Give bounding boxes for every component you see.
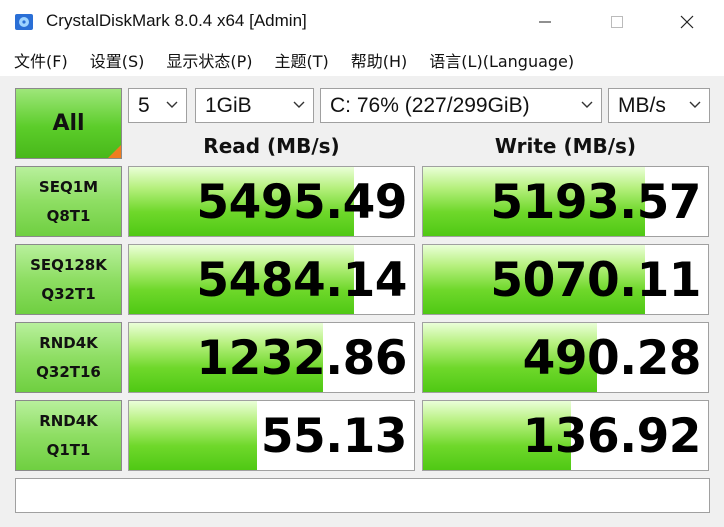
read-result-seq128k: 5484.14	[128, 244, 415, 315]
maximize-icon	[611, 16, 623, 28]
menu-language[interactable]: 语言(L)(Language)	[429, 48, 574, 72]
chevron-down-icon	[689, 101, 701, 108]
test-count-select[interactable]: 5	[128, 88, 187, 123]
write-header: Write (MB/s)	[494, 134, 637, 158]
all-button[interactable]: All	[15, 88, 122, 159]
read-value: 55.13	[260, 409, 408, 464]
test-button-seq1m[interactable]: SEQ1M Q8T1	[15, 166, 122, 237]
drive-select[interactable]: C: 76% (227/299GiB)	[320, 88, 602, 123]
test-button-seq128k[interactable]: SEQ128K Q32T1	[15, 244, 122, 315]
corner-marker-icon	[108, 145, 121, 158]
write-result-rnd4k-q1t1: 136.92	[422, 400, 709, 471]
write-result-seq1m: 5193.57	[422, 166, 709, 237]
menu-settings[interactable]: 设置(S)	[90, 48, 145, 72]
drive-value: C: 76% (227/299GiB)	[330, 93, 530, 117]
comment-input[interactable]	[15, 478, 710, 513]
menu-file[interactable]: 文件(F)	[14, 48, 68, 72]
test-queue: Q32T16	[36, 362, 101, 381]
test-button-rnd4k-q1t1[interactable]: RND4K Q1T1	[15, 400, 122, 471]
minimize-button[interactable]	[522, 0, 568, 44]
menu-bar: 文件(F) 设置(S) 显示状态(P) 主题(T) 帮助(H) 语言(L)(La…	[0, 44, 724, 76]
read-value: 1232.86	[196, 331, 407, 386]
write-value: 5193.57	[490, 175, 701, 230]
unit-select[interactable]: MB/s	[608, 88, 710, 123]
test-count-value: 5	[138, 93, 150, 117]
read-value: 5484.14	[196, 253, 407, 308]
menu-help[interactable]: 帮助(H)	[351, 48, 408, 72]
minimize-icon	[539, 21, 551, 23]
test-queue: Q32T1	[41, 284, 96, 303]
test-name: SEQ1M	[38, 177, 99, 196]
crystaldiskmark-icon	[15, 14, 33, 30]
test-name: SEQ128K	[30, 255, 107, 274]
unit-value: MB/s	[618, 93, 666, 117]
chevron-down-icon	[166, 101, 178, 108]
chevron-down-icon	[581, 101, 593, 108]
close-icon	[680, 15, 694, 29]
chevron-down-icon	[293, 101, 305, 108]
write-value: 136.92	[522, 409, 702, 464]
write-result-rnd4k-q32t16: 490.28	[422, 322, 709, 393]
test-size-value: 1GiB	[205, 93, 252, 117]
all-button-label: All	[52, 111, 85, 136]
read-value: 5495.49	[196, 175, 407, 230]
read-result-rnd4k-q1t1: 55.13	[128, 400, 415, 471]
read-result-seq1m: 5495.49	[128, 166, 415, 237]
title-bar: CrystalDiskMark 8.0.4 x64 [Admin]	[0, 0, 724, 44]
window-title: CrystalDiskMark 8.0.4 x64 [Admin]	[46, 11, 307, 30]
test-queue: Q1T1	[46, 440, 91, 459]
test-button-rnd4k-q32t16[interactable]: RND4K Q32T16	[15, 322, 122, 393]
test-queue: Q8T1	[46, 206, 91, 225]
write-value: 5070.11	[490, 253, 701, 308]
write-value: 490.28	[522, 331, 702, 386]
maximize-button[interactable]	[594, 0, 640, 44]
test-size-select[interactable]: 1GiB	[195, 88, 314, 123]
test-name: RND4K	[39, 411, 98, 430]
read-result-rnd4k-q32t16: 1232.86	[128, 322, 415, 393]
test-name: RND4K	[39, 333, 98, 352]
read-bar	[129, 401, 258, 470]
write-result-seq128k: 5070.11	[422, 244, 709, 315]
close-button[interactable]	[664, 0, 710, 44]
menu-profile[interactable]: 显示状态(P)	[166, 48, 252, 72]
menu-theme[interactable]: 主题(T)	[275, 48, 329, 72]
read-header: Read (MB/s)	[203, 134, 340, 158]
